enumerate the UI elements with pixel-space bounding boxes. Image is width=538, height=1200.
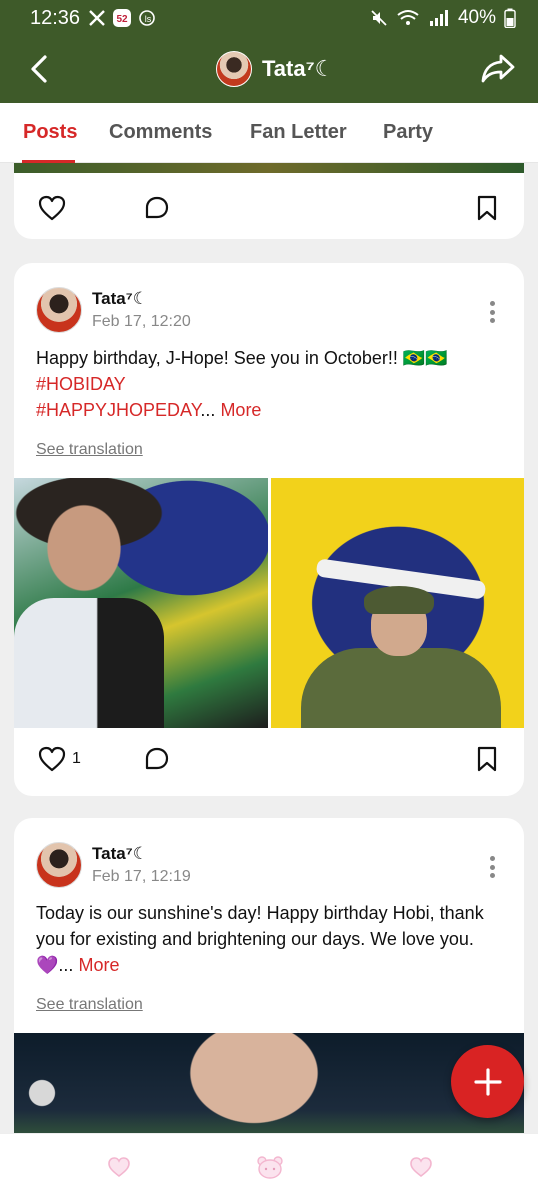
post-actions xyxy=(14,185,524,239)
share-button[interactable] xyxy=(480,50,516,86)
svg-text:ls: ls xyxy=(145,14,152,24)
share-icon xyxy=(481,54,515,83)
heart-icon xyxy=(38,746,66,772)
like-count: 1 xyxy=(72,750,81,767)
status-left: 12:36 52 ls xyxy=(30,7,158,30)
ellipsis: ... xyxy=(58,955,74,975)
hashtag[interactable]: #HAPPYJHOPEDAY xyxy=(36,400,200,420)
post-date: Feb 17, 12:20 xyxy=(92,313,191,330)
status-right: 40% xyxy=(370,7,516,29)
avatar[interactable] xyxy=(36,842,82,888)
signal-icon xyxy=(428,9,450,27)
more-options-icon[interactable] xyxy=(482,852,502,882)
more-link[interactable]: More xyxy=(220,400,261,420)
post-image[interactable] xyxy=(271,478,524,728)
post-header[interactable]: Tata⁷☾ Feb 17, 12:19 xyxy=(36,842,191,888)
tab-party[interactable]: Party xyxy=(383,121,433,144)
tab-posts[interactable]: Posts xyxy=(23,121,77,144)
tab-comments[interactable]: Comments xyxy=(109,121,212,144)
heart-icon xyxy=(108,1157,130,1178)
comment-icon xyxy=(145,747,169,770)
post-author[interactable]: Tata⁷☾ xyxy=(92,289,191,309)
bear-icon xyxy=(257,1156,283,1179)
more-options-icon[interactable] xyxy=(482,297,502,327)
comment-button[interactable] xyxy=(144,746,170,772)
nav-mascot[interactable] xyxy=(255,1154,285,1180)
post-header[interactable]: Tata⁷☾ Feb 17, 12:20 xyxy=(36,287,191,333)
bookmark-button[interactable] xyxy=(476,746,498,772)
post-date: Feb 17, 12:19 xyxy=(92,868,191,885)
post-body[interactable]: Today is our sunshine's day! Happy birth… xyxy=(36,900,506,978)
post-image[interactable] xyxy=(14,478,268,728)
profile-title[interactable]: Tata⁷☾ xyxy=(216,51,334,87)
status-left-icons: 52 ls xyxy=(88,8,158,28)
nav-heart-right[interactable] xyxy=(406,1154,436,1180)
post-body[interactable]: Happy birthday, J-Hope! See you in Octob… xyxy=(36,345,506,423)
battery-percent: 40% xyxy=(457,7,496,28)
heart-icon xyxy=(38,195,66,221)
bookmark-icon xyxy=(477,195,497,221)
status-time: 12:36 xyxy=(30,6,81,29)
battery-icon xyxy=(504,8,516,28)
avatar[interactable] xyxy=(36,287,82,333)
photo-figure xyxy=(301,648,501,728)
more-link[interactable]: More xyxy=(78,955,119,975)
svg-text:52: 52 xyxy=(117,14,129,25)
create-post-button[interactable] xyxy=(451,1045,524,1118)
ellipsis: ... xyxy=(200,400,216,420)
see-translation-link[interactable]: See translation xyxy=(36,996,143,1014)
post-actions: 1 xyxy=(14,728,524,788)
comment-icon xyxy=(145,196,169,219)
post-meta: Tata⁷☾ Feb 17, 12:19 xyxy=(92,844,191,886)
nav-heart-left[interactable] xyxy=(104,1154,134,1180)
avatar xyxy=(216,51,252,87)
heart-icon xyxy=(410,1157,432,1178)
like-button[interactable]: 1 xyxy=(38,746,81,772)
chevron-left-icon xyxy=(31,55,47,83)
x-logo-icon xyxy=(88,9,106,27)
page-title: Tata⁷☾ xyxy=(262,56,335,81)
photo-hat xyxy=(364,586,434,614)
post-text-tail: #HAPPYJHOPEDAY... More xyxy=(36,397,506,423)
mute-icon xyxy=(370,9,388,27)
post-text: Happy birthday, J-Hope! See you in Octob… xyxy=(36,348,448,368)
app-icon: ls xyxy=(138,9,158,27)
notification-icon: 52 xyxy=(112,8,132,28)
post-card: Tata⁷☾ Feb 17, 12:19 Today is our sunshi… xyxy=(14,818,524,1133)
comment-button[interactable] xyxy=(144,195,170,221)
post-image[interactable] xyxy=(14,1033,524,1133)
app-bar: Tata⁷☾ xyxy=(0,36,538,103)
wifi-icon xyxy=(396,9,420,27)
photo-figure xyxy=(14,598,164,728)
back-button[interactable] xyxy=(22,52,56,86)
post-feed[interactable]: Tata⁷☾ Feb 17, 12:20 Happy birthday, J-H… xyxy=(0,163,538,1133)
status-bar: 12:36 52 ls 40% xyxy=(0,0,538,36)
plus-icon xyxy=(473,1067,502,1096)
like-button[interactable] xyxy=(38,195,66,221)
bottom-nav xyxy=(0,1133,538,1200)
see-translation-link[interactable]: See translation xyxy=(36,441,143,459)
post-card-previous xyxy=(14,163,524,239)
tab-bar: Posts Comments Fan Letter Party xyxy=(0,103,538,163)
bookmark-button[interactable] xyxy=(476,195,498,221)
post-author[interactable]: Tata⁷☾ xyxy=(92,844,191,864)
post-card: Tata⁷☾ Feb 17, 12:20 Happy birthday, J-H… xyxy=(14,263,524,796)
bookmark-icon xyxy=(477,746,497,772)
hashtag[interactable]: #HOBIDAY xyxy=(36,371,506,397)
post-meta: Tata⁷☾ Feb 17, 12:20 xyxy=(92,289,191,331)
post-image-strip[interactable] xyxy=(14,163,524,173)
tab-fan-letter[interactable]: Fan Letter xyxy=(250,121,347,144)
